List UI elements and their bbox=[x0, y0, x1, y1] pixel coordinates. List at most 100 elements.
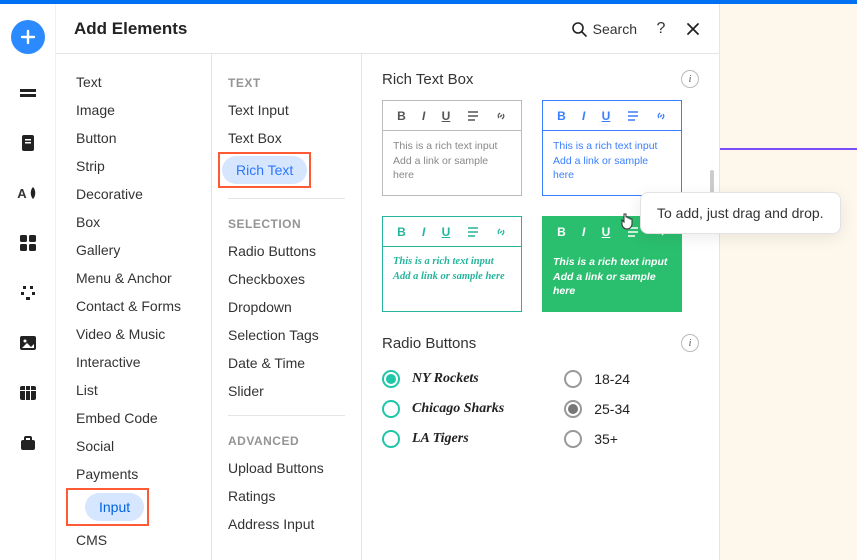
sub-slider[interactable]: Slider bbox=[228, 377, 361, 405]
rt-sample-text: This is a rich text input Add a link or … bbox=[383, 131, 521, 195]
italic-icon: I bbox=[582, 225, 585, 239]
radio-label: 25-34 bbox=[594, 401, 630, 417]
radio-label: 18-24 bbox=[594, 371, 630, 387]
radio-icon bbox=[382, 430, 400, 448]
sub-selection-tags[interactable]: Selection Tags bbox=[228, 321, 361, 349]
highlight-rich-text: Rich Text bbox=[218, 152, 311, 188]
radio-label: LA Tigers bbox=[412, 431, 469, 447]
highlight-input-category: Input bbox=[66, 488, 149, 526]
info-icon[interactable]: i bbox=[681, 70, 699, 88]
cat-contact-forms[interactable]: Contact & Forms bbox=[56, 292, 211, 320]
radio-label: Chicago Sharks bbox=[412, 401, 504, 417]
underline-icon: U bbox=[442, 109, 451, 123]
canvas-background bbox=[720, 4, 857, 560]
radio-label: 35+ bbox=[594, 431, 618, 447]
radio-label: NY Rockets bbox=[412, 371, 479, 387]
rt-toolbar: B I U bbox=[543, 101, 681, 131]
radio-option[interactable]: NY Rockets bbox=[382, 364, 504, 394]
panel-header: Add Elements Search ? bbox=[56, 4, 719, 54]
subcategory-list[interactable]: TEXT Text Input Text Box Rich Text SELEC… bbox=[212, 54, 362, 560]
align-icon bbox=[467, 110, 479, 122]
search-label: Search bbox=[593, 21, 637, 37]
richtext-preset-blue[interactable]: B I U This is a rich text input Add a li… bbox=[542, 100, 682, 196]
sub-rich-text[interactable]: Rich Text bbox=[222, 156, 307, 184]
sub-text-input[interactable]: Text Input bbox=[228, 96, 361, 124]
cat-embed-code[interactable]: Embed Code bbox=[56, 404, 211, 432]
richtext-preset-teal[interactable]: B I U This is a rich text input Add a li… bbox=[382, 216, 522, 312]
layers-icon[interactable] bbox=[17, 82, 39, 104]
cat-input[interactable]: Input bbox=[85, 493, 144, 521]
rt-toolbar: B I U bbox=[383, 217, 521, 247]
radio-option[interactable]: Chicago Sharks bbox=[382, 394, 504, 424]
category-list[interactable]: Text Image Button Strip Decorative Box G… bbox=[56, 54, 212, 560]
radio-option[interactable]: LA Tigers bbox=[382, 424, 504, 454]
underline-icon: U bbox=[442, 225, 451, 239]
italic-icon: I bbox=[422, 225, 425, 239]
bold-icon: B bbox=[557, 109, 566, 123]
close-button[interactable] bbox=[685, 21, 701, 37]
search-button[interactable]: Search bbox=[571, 21, 637, 37]
cat-text[interactable]: Text bbox=[56, 68, 211, 96]
sub-address-input[interactable]: Address Input bbox=[228, 510, 361, 538]
font-icon[interactable]: A bbox=[17, 182, 39, 204]
panel-title: Add Elements bbox=[74, 19, 187, 39]
info-icon[interactable]: i bbox=[681, 334, 699, 352]
cat-decorative[interactable]: Decorative bbox=[56, 180, 211, 208]
radio-option[interactable]: 25-34 bbox=[564, 394, 630, 424]
subgroup-selection-label: SELECTION bbox=[228, 209, 361, 237]
richtext-preset-gray[interactable]: B I U This is a rich text input Add a li… bbox=[382, 100, 522, 196]
italic-icon: I bbox=[582, 109, 585, 123]
search-icon bbox=[571, 21, 587, 37]
canvas-section-divider bbox=[720, 148, 857, 150]
cat-menu-anchor[interactable]: Menu & Anchor bbox=[56, 264, 211, 292]
cat-cms[interactable]: CMS bbox=[56, 526, 211, 554]
cat-payments[interactable]: Payments bbox=[56, 460, 211, 488]
cat-social[interactable]: Social bbox=[56, 432, 211, 460]
radio-preset-teams[interactable]: NY Rockets Chicago Sharks LA Tigers bbox=[382, 364, 504, 454]
cat-interactive[interactable]: Interactive bbox=[56, 348, 211, 376]
cat-box[interactable]: Box bbox=[56, 208, 211, 236]
underline-icon: U bbox=[602, 225, 611, 239]
business-icon[interactable] bbox=[17, 432, 39, 454]
cat-image[interactable]: Image bbox=[56, 96, 211, 124]
radio-icon bbox=[564, 430, 582, 448]
radio-icon bbox=[564, 370, 582, 388]
cat-video-music[interactable]: Video & Music bbox=[56, 320, 211, 348]
radio-icon bbox=[564, 400, 582, 418]
rt-sample-text: This is a rich text input Add a link or … bbox=[543, 131, 681, 195]
cat-button[interactable]: Button bbox=[56, 124, 211, 152]
section-title-radio: Radio Buttons bbox=[382, 335, 476, 352]
cat-gallery[interactable]: Gallery bbox=[56, 236, 211, 264]
radio-option[interactable]: 18-24 bbox=[564, 364, 630, 394]
sub-ratings[interactable]: Ratings bbox=[228, 482, 361, 510]
cat-strip[interactable]: Strip bbox=[56, 152, 211, 180]
align-icon bbox=[467, 226, 479, 238]
drag-drop-tooltip: To add, just drag and drop. bbox=[640, 192, 841, 234]
radio-option[interactable]: 35+ bbox=[564, 424, 630, 454]
sub-radio-buttons[interactable]: Radio Buttons bbox=[228, 237, 361, 265]
apps-icon[interactable] bbox=[17, 282, 39, 304]
subgroup-text-label: TEXT bbox=[228, 68, 361, 96]
bold-icon: B bbox=[397, 109, 406, 123]
sub-text-box[interactable]: Text Box bbox=[228, 124, 361, 152]
data-icon[interactable] bbox=[17, 382, 39, 404]
page-icon[interactable] bbox=[17, 132, 39, 154]
link-icon bbox=[655, 110, 667, 122]
media-icon[interactable] bbox=[17, 332, 39, 354]
drag-cursor-icon bbox=[618, 212, 636, 232]
radio-icon bbox=[382, 370, 400, 388]
left-toolbar: A bbox=[0, 4, 56, 560]
sub-date-time[interactable]: Date & Time bbox=[228, 349, 361, 377]
cat-list[interactable]: List bbox=[56, 376, 211, 404]
sub-dropdown[interactable]: Dropdown bbox=[228, 293, 361, 321]
sub-upload-buttons[interactable]: Upload Buttons bbox=[228, 454, 361, 482]
rt-toolbar: B I U bbox=[383, 101, 521, 131]
subgroup-advanced-label: ADVANCED bbox=[228, 426, 361, 454]
radio-preset-ages[interactable]: 18-24 25-34 35+ bbox=[564, 364, 630, 454]
sections-icon[interactable] bbox=[17, 232, 39, 254]
sub-checkboxes[interactable]: Checkboxes bbox=[228, 265, 361, 293]
radio-icon bbox=[382, 400, 400, 418]
add-elements-button[interactable] bbox=[11, 20, 45, 54]
help-button[interactable]: ? bbox=[653, 21, 669, 37]
link-icon bbox=[495, 110, 507, 122]
